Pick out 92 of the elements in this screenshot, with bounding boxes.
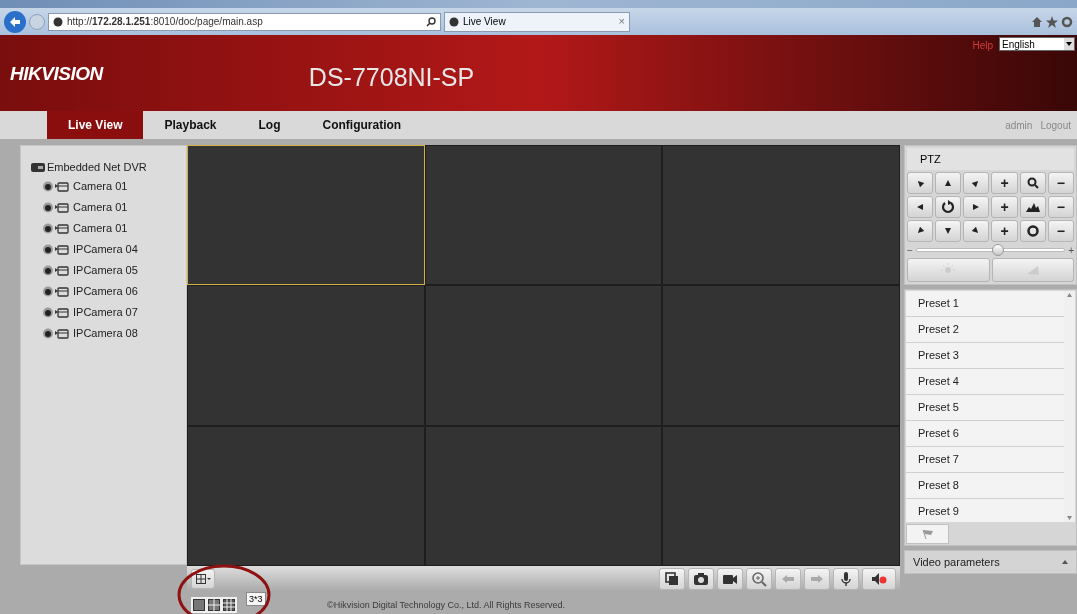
ptz-function-button[interactable] [935,196,962,218]
video-parameters-bar[interactable]: Video parameters [904,550,1077,574]
wiper-icon [1025,264,1040,276]
nine-view-icon[interactable] [223,599,235,611]
caret-icon [1064,38,1074,50]
tab-close-button[interactable]: × [618,13,625,30]
slider-plus: + [1068,243,1074,258]
ptz-step-button[interactable]: + [991,196,1018,218]
nav-tab[interactable]: Log [237,111,302,139]
flag-icon [921,529,934,539]
tree-item[interactable]: Embedded Net DVR [31,158,186,176]
caret-icon [206,577,211,581]
tab-title: Live View [463,15,507,29]
pan-tilt-button[interactable] [963,220,990,242]
star-icon[interactable] [1046,15,1058,28]
arrow-icon [944,227,953,235]
aperture-icon [1026,225,1039,237]
panel-title: PTZ [907,148,1074,170]
camera-icon [43,244,69,255]
home-icon[interactable] [1031,15,1043,28]
arrow-icon [944,179,953,187]
microphone-icon[interactable] [833,568,859,590]
pan-tilt-button[interactable] [963,172,990,194]
globe-icon [449,16,459,27]
copyright-text: ©Hikvision Digital Technology Co., Ltd. All Rights Reserved. [327,599,566,613]
scroll-down-icon[interactable] [1067,516,1072,520]
ptz-function-button[interactable] [1019,220,1046,242]
tree-item[interactable]: IPCamera 04 [31,239,186,260]
preset-tab[interactable] [906,524,949,544]
arrow-icon [972,203,981,211]
rotate-icon [941,200,956,214]
ptz-step-button[interactable]: − [1047,220,1074,242]
camera-icon [43,286,69,297]
back-button[interactable] [4,10,26,33]
url-text: http://172.28.1.251:8010/doc/page/main.asp [67,15,264,29]
recorder-icon [31,162,45,172]
camera-icon [43,181,69,192]
tree-item[interactable]: Camera 01 [31,197,186,218]
tooltip: 3*3 [246,592,266,606]
camera-snapshot-icon[interactable] [688,568,714,590]
search-icon[interactable] [426,16,436,27]
settings-icon[interactable] [1061,15,1073,28]
quad-view-icon[interactable] [208,599,220,611]
language-select[interactable]: English [999,37,1075,51]
camera-icon [43,223,69,234]
tree-item[interactable]: IPCamera 07 [31,302,186,323]
ptz-function-button[interactable] [1019,196,1046,218]
mountain-icon [1025,202,1040,212]
speaker-muted-icon[interactable] [862,568,896,590]
scroll-up-icon[interactable] [1067,293,1072,297]
tree-item[interactable]: Camera 01 [31,176,186,197]
tree-item[interactable]: IPCamera 06 [31,281,186,302]
tree-item[interactable]: IPCamera 05 [31,260,186,281]
ptz-step-button[interactable]: − [1047,172,1074,194]
nav-tab[interactable]: Playback [143,111,238,139]
nav-tab[interactable]: Live View [47,111,144,139]
tree-item[interactable]: IPCamera 08 [31,323,186,344]
video-window[interactable] [187,145,425,286]
ptz-step-button[interactable]: + [991,172,1018,194]
globe-icon [53,16,63,27]
ptz-step-button[interactable]: + [991,220,1018,242]
device-model: DS-7708NI-SP [308,62,475,93]
grid-icon [195,574,206,584]
pan-tilt-button[interactable] [963,196,990,218]
camera-icon [43,328,69,339]
scrollbar[interactable] [1064,291,1075,522]
ptz-step-button[interactable]: − [1047,196,1074,218]
pan-tilt-button[interactable] [935,172,962,194]
pan-tilt-button[interactable] [907,220,934,242]
camera-icon [43,307,69,318]
address-bar[interactable]: http://172.28.1.251:8010/doc/page/main.asp [48,12,441,31]
arrow-icon [916,203,925,211]
zoom-in-icon[interactable] [746,568,772,590]
tree-item[interactable]: Camera 01 [31,218,186,239]
camera-icon [43,265,69,276]
window-stack-icon[interactable] [659,568,685,590]
browser-tab[interactable]: Live View × [444,11,630,32]
caret-icon [1062,560,1068,564]
ptz-function-button[interactable] [1019,172,1046,194]
nav-tab[interactable]: Configuration [301,111,423,139]
camera-icon [43,202,69,213]
magnifier-icon [1026,177,1039,189]
username: admin [1005,118,1033,133]
pan-tilt-button[interactable] [907,172,934,194]
slider-thumb[interactable] [991,244,1004,256]
layout-button[interactable] [191,569,215,589]
pan-tilt-button[interactable] [935,220,962,242]
slider-minus: − [907,243,913,258]
back-arrow-icon [9,15,21,28]
pan-tilt-button[interactable] [907,196,934,218]
logo: HIKVISION [10,62,103,86]
video-camera-icon[interactable] [717,568,743,590]
